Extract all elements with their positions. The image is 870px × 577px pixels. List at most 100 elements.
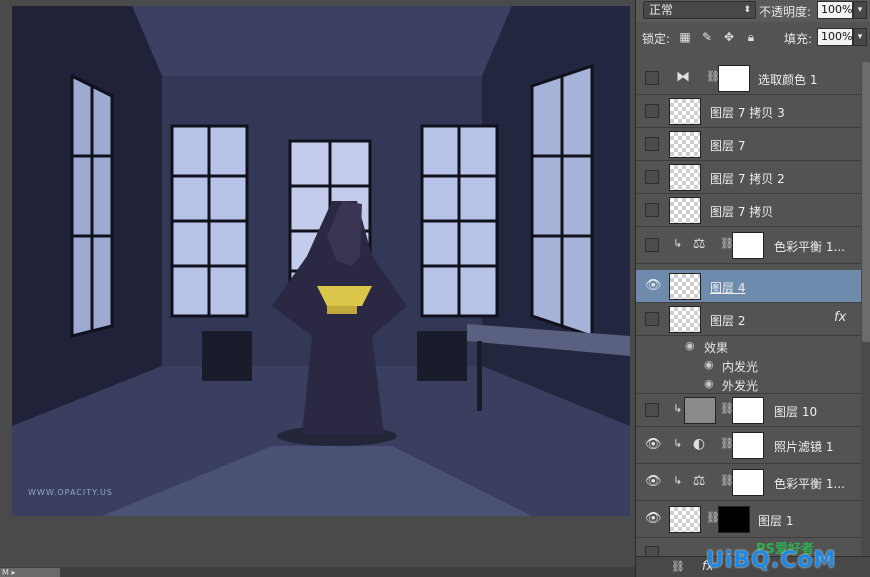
layer-name: 图层 7 拷贝 <box>710 205 774 219</box>
layer-name: 图层 7 <box>710 139 746 153</box>
visibility-toggle[interactable] <box>645 71 659 85</box>
opacity-label: 不透明度: <box>759 5 812 19</box>
clipping-arrow-icon: ↳ <box>673 474 683 487</box>
opacity-input[interactable]: 100% <box>817 1 853 19</box>
eye-icon[interactable]: ◉ <box>704 358 714 371</box>
link-chain-icon[interactable]: ⛓ <box>720 237 734 250</box>
layer-mask-thumbnail[interactable] <box>732 432 764 459</box>
blend-mode-select[interactable]: 正常 ⬍ <box>643 1 756 19</box>
fill-input[interactable]: 100% <box>817 28 853 46</box>
visibility-toggle[interactable] <box>645 137 659 151</box>
zoom-field[interactable]: M ▸ <box>0 568 60 577</box>
layer-row[interactable]: 图层 7 <box>636 128 861 161</box>
layer-row-selected[interactable]: 👁︎ 图层 4 <box>636 270 861 303</box>
layer-thumbnail[interactable] <box>669 306 701 333</box>
window-far-left <box>70 73 114 338</box>
layer-mask-thumbnail[interactable] <box>718 65 750 92</box>
layer-row[interactable]: ⧓ ⛓ 选取颜色 1 <box>636 62 861 95</box>
layer-list: ⧓ ⛓ 选取颜色 1 图层 7 拷贝 3 图层 7 图层 7 拷贝 2 图层 7 <box>636 62 861 567</box>
brand-watermark-logo: UiBQ.CoM <box>706 548 837 573</box>
eye-icon[interactable]: 👁︎ <box>645 438 662 452</box>
effects-header-row[interactable]: ◉ 效果 <box>636 337 861 356</box>
layer-mask-thumbnail[interactable] <box>718 506 750 533</box>
document-workspace: WWW.OPACITY.US M ▸ <box>0 0 635 577</box>
fill-label: 填充: <box>784 32 813 46</box>
layer-name: 色彩平衡 1... <box>774 477 845 491</box>
lock-transparent-icon[interactable]: ▦ <box>678 29 692 45</box>
photo-filter-icon: ◐ <box>692 436 706 452</box>
layer-row[interactable]: 👁︎ ⛓ 图层 1 <box>636 501 861 538</box>
effect-label: 内发光 <box>722 360 759 374</box>
layer-row[interactable]: 👁︎ ↳ ◐ ⛓ 照片滤镜 1 <box>636 427 861 464</box>
eye-icon[interactable]: 👁︎ <box>645 279 662 293</box>
link-chain-icon[interactable]: ⛓ <box>706 511 720 524</box>
scroll-thumb[interactable] <box>862 62 870 342</box>
link-chain-icon[interactable]: ⛓ <box>720 437 734 450</box>
layer-row[interactable]: 图层 7 拷贝 3 <box>636 95 861 128</box>
image-canvas[interactable]: WWW.OPACITY.US <box>12 6 630 516</box>
layer-row[interactable]: ↳ ⚖ ⛓ 色彩平衡 1... <box>636 227 861 264</box>
fx-badge[interactable]: fx <box>834 310 846 325</box>
clipping-arrow-icon: ↳ <box>673 437 683 450</box>
color-balance-icon: ⚖ <box>692 236 706 252</box>
opacity-dropdown-button[interactable]: ▾ <box>853 1 867 19</box>
effects-header: 效果 <box>704 341 729 355</box>
abandoned-room-artwork <box>12 6 630 516</box>
layer-row[interactable]: ↳ ⛓ 图层 10 <box>636 393 861 427</box>
layer-mask-thumbnail[interactable] <box>732 469 764 496</box>
visibility-toggle[interactable] <box>645 104 659 118</box>
layer-name: 图层 7 拷贝 3 <box>710 106 785 120</box>
layer-thumbnail[interactable] <box>669 506 701 533</box>
link-chain-icon[interactable]: ⛓ <box>720 474 734 487</box>
lock-position-move-icon[interactable]: ✥ <box>722 29 736 45</box>
status-bar <box>0 567 635 577</box>
visibility-toggle[interactable] <box>645 403 659 417</box>
effect-label: 外发光 <box>722 379 759 393</box>
updown-arrow-icon: ⬍ <box>743 5 751 15</box>
window-right <box>420 124 499 318</box>
layer-thumbnail[interactable] <box>684 397 716 424</box>
visibility-toggle[interactable] <box>645 238 659 252</box>
eye-icon[interactable]: 👁︎ <box>645 512 662 526</box>
layers-scrollbar[interactable] <box>861 62 870 567</box>
eye-icon[interactable]: 👁︎ <box>645 475 662 489</box>
layer-row[interactable]: 图层 7 拷贝 <box>636 194 861 227</box>
lock-pixels-brush-icon[interactable]: ✎ <box>700 29 714 45</box>
visibility-toggle[interactable] <box>645 170 659 184</box>
lock-label: 锁定: <box>642 32 671 46</box>
effect-row-outer-glow[interactable]: ◉ 外发光 <box>636 375 861 394</box>
eye-icon[interactable]: ◉ <box>704 377 714 390</box>
visibility-toggle[interactable] <box>645 312 659 326</box>
watermark: WWW.OPACITY.US <box>28 488 113 497</box>
layer-name: 色彩平衡 1... <box>774 240 845 254</box>
layer-mask-thumbnail[interactable] <box>732 232 764 259</box>
link-layers-icon[interactable]: ⛓ <box>671 560 685 573</box>
layer-row[interactable]: 👁︎ ↳ ⚖ ⛓ 色彩平衡 1... <box>636 464 861 501</box>
selective-color-icon: ⧓ <box>676 69 690 85</box>
layer-name: 选取颜色 1 <box>758 73 818 87</box>
effect-row-inner-glow[interactable]: ◉ 内发光 <box>636 356 861 375</box>
clipping-arrow-icon: ↳ <box>673 402 683 415</box>
layer-name: 照片滤镜 1 <box>774 440 834 454</box>
layer-name: 图层 2 <box>710 314 746 328</box>
layer-thumbnail[interactable] <box>669 273 701 300</box>
blend-row: 正常 ⬍ 不透明度: 100% ▾ <box>636 0 870 22</box>
link-chain-icon[interactable]: ⛓ <box>706 70 720 83</box>
layer-row[interactable]: 图层 2 fx <box>636 303 861 336</box>
color-balance-icon: ⚖ <box>692 473 706 489</box>
layer-thumbnail[interactable] <box>669 164 701 191</box>
layer-row[interactable]: 图层 7 拷贝 2 <box>636 161 861 194</box>
layer-name: 图层 1 <box>758 514 794 528</box>
layer-thumbnail[interactable] <box>669 131 701 158</box>
layer-thumbnail[interactable] <box>669 98 701 125</box>
fill-dropdown-button[interactable]: ▾ <box>853 28 867 46</box>
blend-mode-value: 正常 <box>649 3 674 17</box>
lock-all-padlock-icon[interactable]: 🔒︎ <box>744 29 758 45</box>
layer-thumbnail[interactable] <box>669 197 701 224</box>
eye-icon[interactable]: ◉ <box>685 339 695 352</box>
fill-value: 100% <box>821 30 853 43</box>
window-far-right <box>530 63 594 339</box>
visibility-toggle[interactable] <box>645 203 659 217</box>
link-chain-icon[interactable]: ⛓ <box>720 402 734 415</box>
layer-mask-thumbnail[interactable] <box>732 397 764 424</box>
